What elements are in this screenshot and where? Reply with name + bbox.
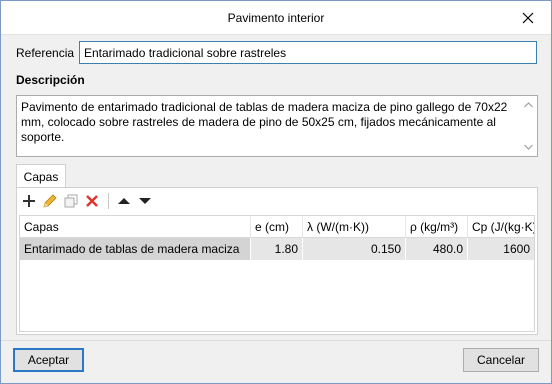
move-up-button[interactable]	[114, 191, 134, 211]
title-bar[interactable]: Pavimento interior	[1, 1, 551, 35]
window-title: Pavimento interior	[227, 11, 325, 25]
tab-capas[interactable]: Capas	[16, 164, 66, 188]
delete-layer-button[interactable]	[82, 191, 102, 211]
description-text: Pavimento de entarimado tradicional de t…	[21, 100, 508, 144]
layers-table: Capas e (cm) λ (W/(m·K)) ρ (kg/m³) Cp (J…	[19, 215, 535, 332]
toolbar-separator	[108, 193, 109, 209]
close-icon	[522, 12, 534, 24]
edit-layer-button[interactable]	[40, 191, 60, 211]
copy-icon	[64, 194, 78, 208]
dialog-window: Pavimento interior Referencia Descripció…	[0, 0, 552, 384]
description-scrollbar[interactable]	[520, 96, 537, 156]
scroll-up-button[interactable]	[520, 98, 537, 112]
cell-thickness[interactable]: 1.80	[251, 238, 303, 260]
tab-panel-capas: Capas e (cm) λ (W/(m·K)) ρ (kg/m³) Cp (J…	[16, 187, 538, 335]
copy-layer-button[interactable]	[61, 191, 81, 211]
table-row[interactable]: Entarimado de tablas de madera maciza 1.…	[20, 238, 534, 260]
cell-layer-name[interactable]: Entarimado de tablas de madera maciza	[20, 238, 251, 260]
description-textarea[interactable]: Pavimento de entarimado tradicional de t…	[16, 95, 538, 157]
reference-label: Referencia	[16, 46, 75, 60]
footer-divider	[1, 340, 551, 341]
column-header-density[interactable]: ρ (kg/m³)	[406, 216, 468, 238]
column-header-specific-heat[interactable]: Cp (J/(kg·K))	[468, 216, 534, 238]
add-layer-button[interactable]	[19, 191, 39, 211]
edit-icon	[43, 194, 57, 208]
cell-conductivity[interactable]: 0.150	[303, 238, 406, 260]
chevron-down-icon	[524, 144, 533, 150]
chevron-up-icon	[524, 102, 533, 108]
close-button[interactable]	[505, 1, 551, 35]
cell-density[interactable]: 480.0	[406, 238, 468, 260]
column-header-conductivity[interactable]: λ (W/(m·K))	[303, 216, 406, 238]
move-down-icon	[139, 198, 151, 204]
scroll-down-button[interactable]	[520, 140, 537, 154]
move-down-button[interactable]	[135, 191, 155, 211]
table-header: Capas e (cm) λ (W/(m·K)) ρ (kg/m³) Cp (J…	[20, 216, 534, 238]
delete-icon	[86, 195, 98, 207]
accept-button[interactable]: Aceptar	[13, 348, 84, 372]
move-up-icon	[118, 198, 130, 204]
column-header-capas[interactable]: Capas	[20, 216, 251, 238]
add-icon	[23, 195, 35, 207]
cell-specific-heat[interactable]: 1600	[468, 238, 534, 260]
cancel-button[interactable]: Cancelar	[463, 348, 539, 372]
column-header-thickness[interactable]: e (cm)	[251, 216, 303, 238]
reference-input[interactable]	[79, 41, 537, 64]
layers-toolbar	[19, 190, 156, 212]
description-label: Descripción	[16, 73, 85, 87]
